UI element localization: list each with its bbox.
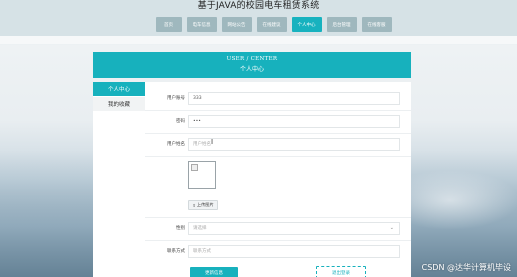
chevron-down-icon: ⌄ — [389, 225, 394, 231]
site-header: 基于JAVA的校园电车租赁系统 首页 电车信息 网站公告 在线建议 个人中心 后… — [0, 0, 517, 36]
contact-field[interactable]: 联系方式 — [188, 245, 400, 258]
gender-select[interactable]: 请选择 ⌄ — [188, 222, 400, 235]
watermark: CSDN @达华计算机毕设 — [421, 263, 511, 272]
nav-item-cars[interactable]: 电车信息 — [186, 17, 217, 32]
row-divider — [145, 133, 411, 134]
gender-label: 性别 — [176, 226, 185, 231]
sidebar: 个人中心 我的收藏 — [93, 82, 145, 112]
text-cursor-icon: I — [211, 138, 214, 146]
password-field[interactable]: ••• — [188, 115, 400, 128]
banner-title-zh: 个人中心 — [239, 66, 264, 73]
logout-button[interactable]: 退出登录 — [316, 266, 366, 277]
password-label: 密码 — [176, 119, 185, 124]
main-nav: 首页 电车信息 网站公告 在线建议 个人中心 后台管理 在线客服 — [0, 17, 517, 33]
nav-item-support[interactable]: 在线客服 — [361, 17, 392, 32]
upload-button-label: 上传图片 — [196, 202, 214, 207]
gender-select-value: 请选择 — [193, 226, 207, 231]
sidebar-item-profile[interactable]: 个人中心 — [93, 82, 145, 96]
site-title: 基于JAVA的校园电车租赁系统 — [197, 1, 320, 11]
nav-item-user-center[interactable]: 个人中心 — [291, 17, 322, 32]
account-field[interactable]: 333 — [188, 92, 400, 105]
row-divider — [145, 156, 411, 157]
row-divider — [145, 110, 411, 111]
account-label: 用户账号 — [167, 96, 185, 101]
user-center-banner: USER / CENTER 个人中心 — [93, 52, 411, 78]
name-field[interactable]: 用户姓名 — [188, 138, 400, 151]
header-divider-strip — [0, 36, 517, 44]
row-divider — [145, 240, 411, 241]
avatar-image-preview — [188, 161, 216, 189]
name-label: 用户姓名 — [167, 142, 185, 147]
contact-label: 联系方式 — [167, 249, 185, 254]
nav-item-home[interactable]: 首页 — [155, 17, 182, 32]
upload-icon: ⇪ — [192, 202, 196, 208]
nav-item-notices[interactable]: 网站公告 — [221, 17, 252, 32]
upload-image-button[interactable]: ⇪ 上传图片 — [188, 200, 218, 210]
nav-item-admin[interactable]: 后台管理 — [326, 17, 357, 32]
row-divider — [145, 217, 411, 218]
update-info-button[interactable]: 更新信息 — [190, 267, 238, 277]
nav-item-suggestions[interactable]: 在线建议 — [256, 17, 287, 32]
banner-title-en: USER / CENTER — [226, 56, 278, 62]
sidebar-item-favorites[interactable]: 我的收藏 — [93, 97, 145, 111]
